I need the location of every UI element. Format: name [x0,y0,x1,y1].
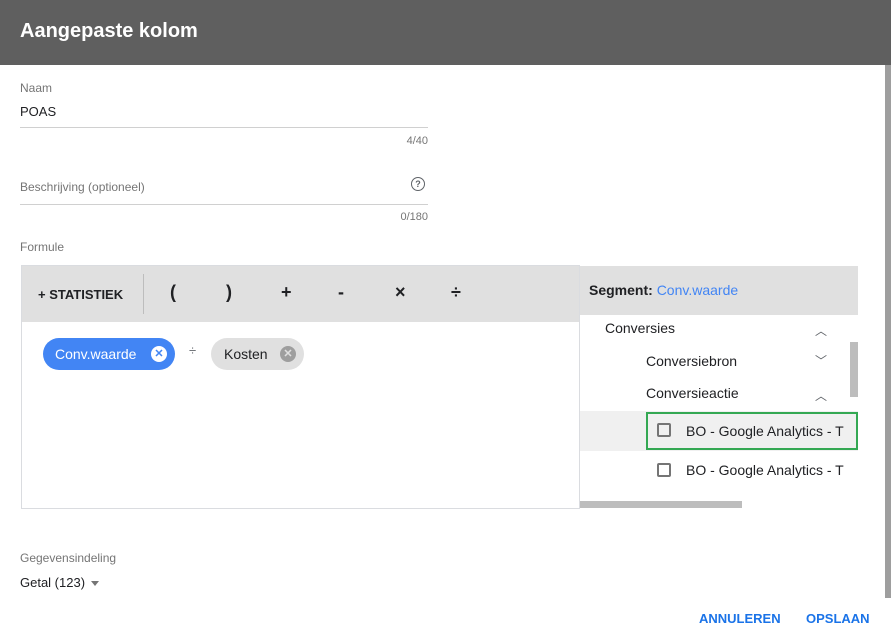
tree-item-conversieactie[interactable]: Conversieactie [646,385,739,401]
chevron-up-icon[interactable]: ︿ [815,322,827,339]
panel-vertical-scrollbar[interactable] [850,342,858,397]
add-statistic-button[interactable]: + STATISTIEK [38,287,123,302]
multiply-button[interactable]: × [395,282,406,303]
save-button[interactable]: OPSLAAN [806,611,870,626]
plus-button[interactable]: + [281,282,292,303]
option-label[interactable]: BO - Google Analytics - T [686,462,854,478]
dialog-scrollbar[interactable] [885,65,891,598]
option-checkbox[interactable] [657,463,671,477]
cancel-button[interactable]: ANNULEREN [699,611,781,626]
chevron-down-icon[interactable]: ﹀ [815,352,827,369]
name-underline [20,127,428,128]
description-counter: 0/180 [400,211,428,223]
formula-toolbar: + STATISTIEK ( ) + - × ÷ [22,266,579,322]
open-paren-button[interactable]: ( [170,282,176,303]
dialog-title: Aangepaste kolom [20,20,198,42]
tree-item-conversies[interactable]: Conversies [605,320,675,336]
chip-operator: ÷ [189,343,197,358]
close-circle-icon[interactable]: ✕ [151,346,167,362]
data-format-select[interactable]: Getal (123) [20,575,100,590]
close-circle-icon[interactable]: ✕ [280,346,296,362]
toolbar-divider [143,274,144,314]
segment-label: Segment: Conv.waarde [589,282,739,298]
caret-down-icon [91,581,100,587]
name-label: Naam [20,81,53,95]
formula-chip-conv-value[interactable]: Conv.waarde ✕ [43,338,175,370]
divide-button[interactable]: ÷ [451,282,461,303]
help-circle-icon[interactable]: ? [411,177,425,191]
formula-label: Formule [20,240,65,254]
data-format-value: Getal (123) [20,575,86,590]
close-paren-button[interactable]: ) [226,282,232,303]
minus-button[interactable]: - [338,282,344,303]
formula-chip-costs[interactable]: Kosten ✕ [211,338,304,370]
description-input[interactable]: Beschrijving (optioneel) [20,180,145,194]
name-counter: 4/40 [406,135,428,147]
option-checkbox[interactable] [657,423,671,437]
tree-item-conversiebron[interactable]: Conversiebron [646,353,737,369]
name-input[interactable]: POAS [20,104,56,119]
dialog-header: Aangepaste kolom [0,0,891,65]
segment-header: Segment: Conv.waarde [580,266,858,315]
chip-label: Kosten [224,346,268,362]
chip-label: Conv.waarde [55,346,137,362]
segment-value: Conv.waarde [656,282,739,298]
chevron-up-icon[interactable]: ︿ [815,387,827,404]
description-underline [20,204,428,205]
data-format-label: Gegevensindeling [20,551,117,565]
panel-horizontal-scrollbar[interactable] [580,501,742,508]
option-label[interactable]: BO - Google Analytics - T [686,423,854,439]
